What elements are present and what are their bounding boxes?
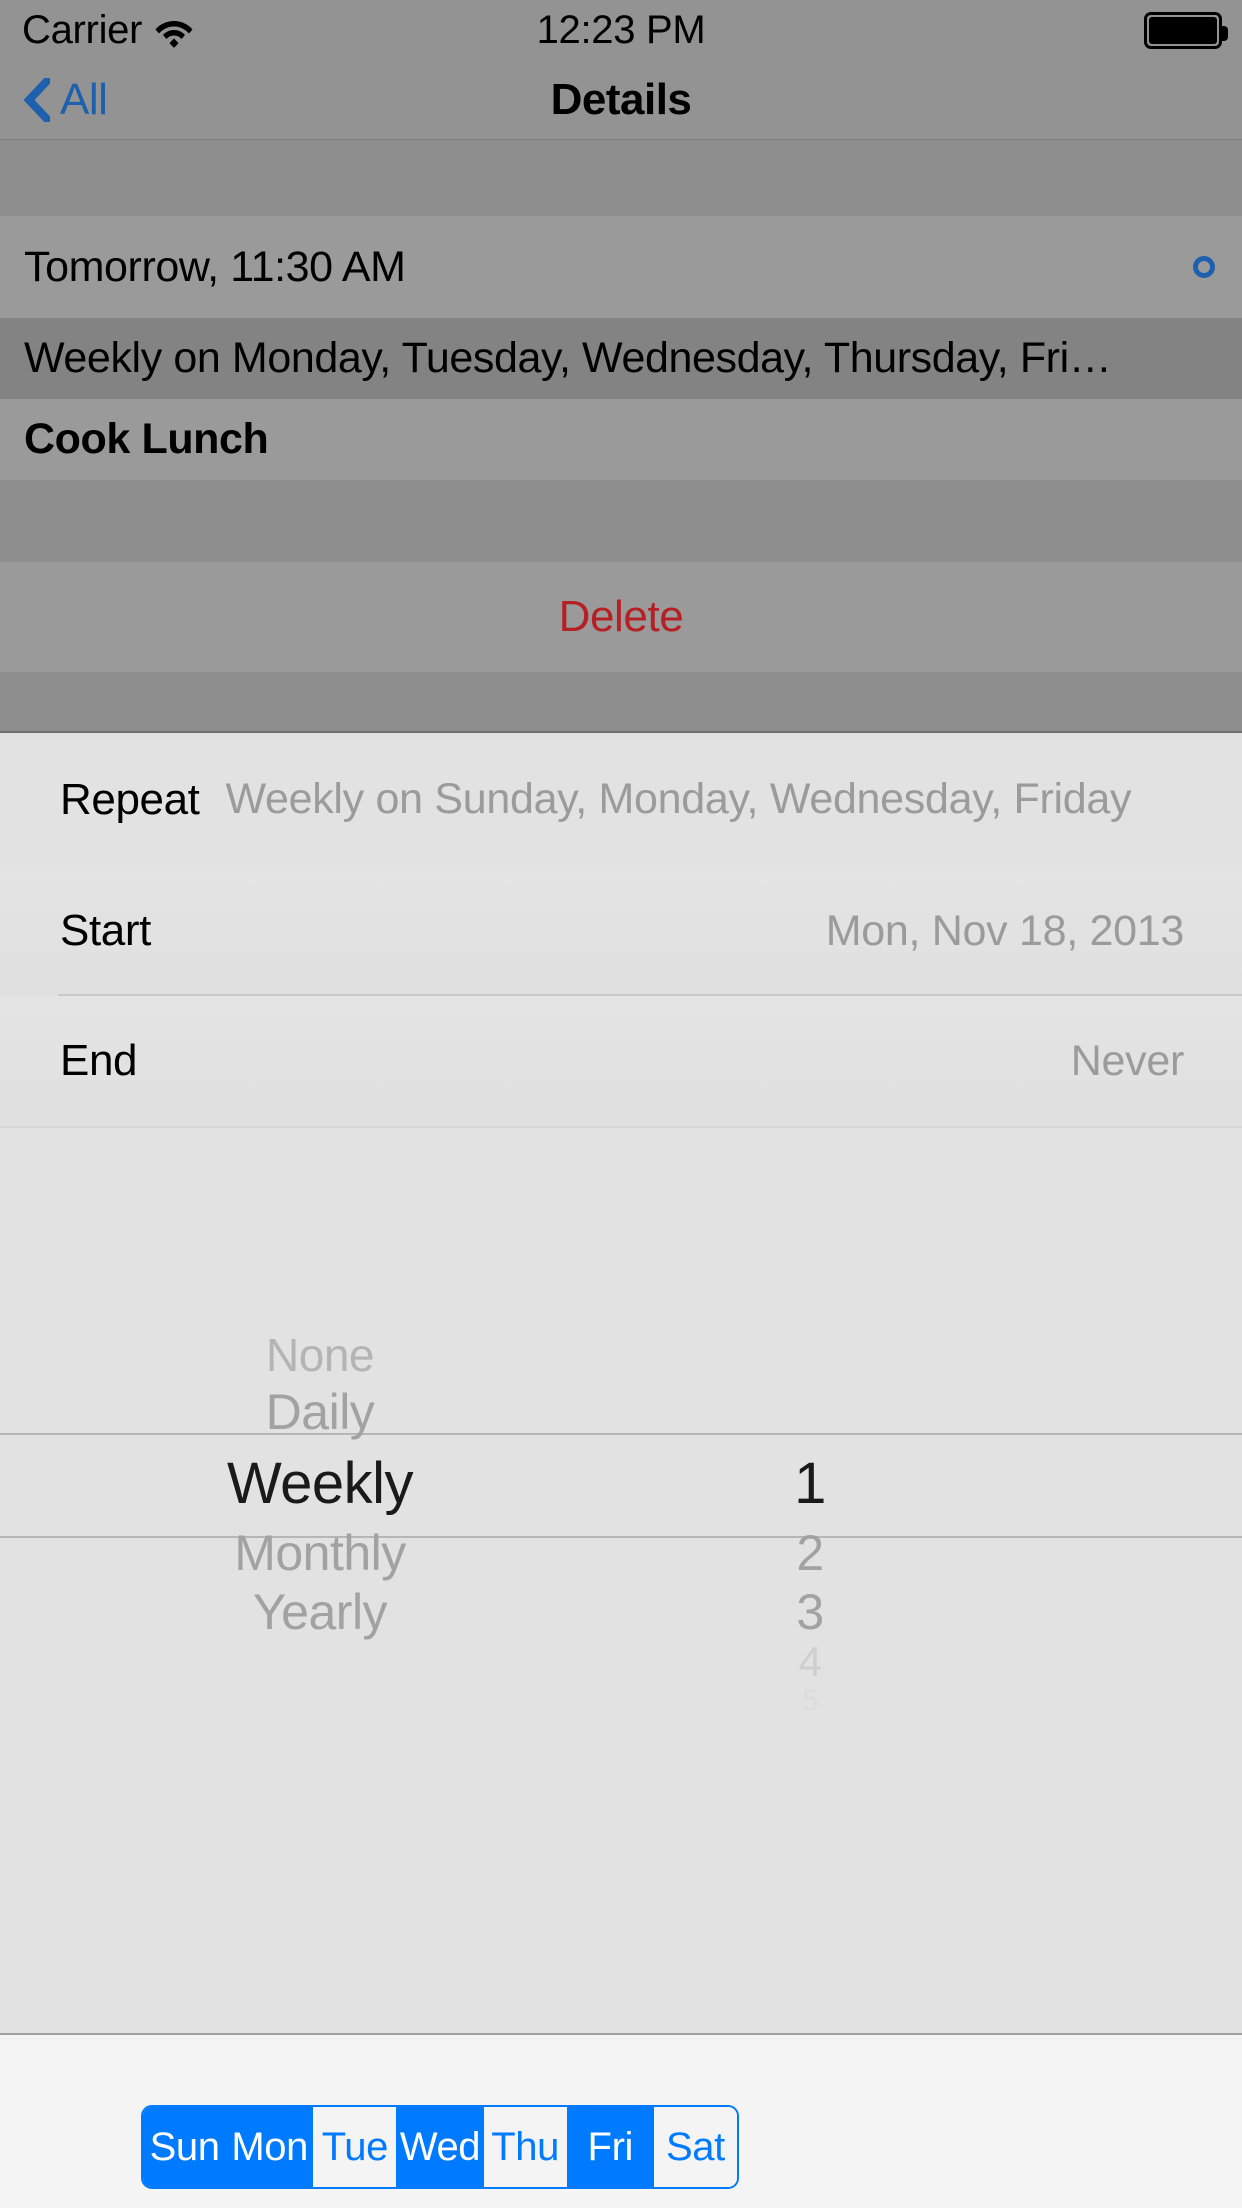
- navigation-bar: All Details: [0, 60, 1242, 140]
- clock-label: 12:23 PM: [536, 8, 706, 52]
- day-segment-thu[interactable]: Thu: [483, 2107, 569, 2187]
- picker-column-interval[interactable]: 1 2 3 4 5: [640, 1128, 980, 1963]
- detail-list: Tomorrow, 11:30 AM Weekly on Monday, Tue…: [0, 141, 1242, 841]
- repeat-summary-label: Weekly on Monday, Tuesday, Wednesday, Th…: [24, 334, 1112, 382]
- field-row-end[interactable]: End Never: [0, 996, 1242, 1126]
- status-bar: Carrier 12:23 PM: [0, 0, 1242, 60]
- list-top-spacer: [0, 141, 1242, 216]
- page-title: Details: [550, 74, 692, 124]
- picker-item-interval[interactable]: 4: [640, 1638, 980, 1686]
- list-item-repeat-summary[interactable]: Weekly on Monday, Tuesday, Wednesday, Th…: [0, 318, 1242, 399]
- picker-item-frequency[interactable]: Monthly: [0, 1524, 640, 1582]
- end-field-value: Never: [1070, 1036, 1185, 1085]
- repeat-field-label: Repeat: [60, 774, 200, 824]
- picker-item-frequency[interactable]: Yearly: [0, 1583, 640, 1641]
- picker-item-frequency-selected[interactable]: Weekly: [0, 1450, 640, 1517]
- reminder-title-label: Cook Lunch: [24, 415, 269, 463]
- day-segment-sat[interactable]: Sat: [653, 2107, 737, 2187]
- picker-item-interval[interactable]: 5: [640, 1684, 980, 1718]
- list-item-title[interactable]: Cook Lunch: [0, 399, 1242, 480]
- picker-item-frequency[interactable]: Daily: [0, 1383, 640, 1441]
- start-field-value: Mon, Nov 18, 2013: [825, 906, 1185, 955]
- day-segment-mon[interactable]: Mon: [228, 2107, 314, 2187]
- app-screen: Carrier 12:23 PM All Details Tomorrow, 1…: [0, 0, 1242, 2208]
- field-row-repeat[interactable]: Repeat Weekly on Sunday, Monday, Wednesd…: [0, 733, 1242, 866]
- day-segment-tue[interactable]: Tue: [313, 2107, 399, 2187]
- delete-button[interactable]: Delete: [0, 562, 1242, 672]
- day-segmented-control[interactable]: Sun Mon Tue Wed Thu Fri Sat: [141, 2105, 739, 2189]
- list-item-due-date[interactable]: Tomorrow, 11:30 AM: [0, 216, 1242, 318]
- circle-outline-icon[interactable]: [1193, 256, 1215, 278]
- field-row-start[interactable]: Start Mon, Nov 18, 2013: [0, 866, 1242, 996]
- picker-item-interval[interactable]: 2: [640, 1524, 980, 1582]
- status-bar-right: [1144, 0, 1228, 60]
- picker-item-frequency[interactable]: None: [0, 1328, 640, 1382]
- day-segment-fri[interactable]: Fri: [568, 2107, 654, 2187]
- end-field-label: End: [60, 1036, 138, 1085]
- repeat-frequency-picker[interactable]: None Daily Weekly Monthly Yearly 1 2 3 4…: [0, 1128, 1242, 1963]
- day-segment-sun[interactable]: Sun: [143, 2107, 229, 2187]
- picker-column-frequency[interactable]: None Daily Weekly Monthly Yearly: [0, 1128, 640, 1963]
- picker-item-interval[interactable]: 3: [640, 1583, 980, 1641]
- picker-item-interval-selected[interactable]: 1: [640, 1450, 980, 1517]
- start-field-label: Start: [60, 906, 151, 955]
- due-date-label: Tomorrow, 11:30 AM: [24, 242, 406, 291]
- status-bar-center: 12:23 PM: [0, 0, 1242, 60]
- repeat-options-panel: Repeat Weekly on Sunday, Monday, Wednesd…: [0, 731, 1242, 2208]
- delete-button-label: Delete: [558, 592, 684, 641]
- day-segment-wed[interactable]: Wed: [398, 2107, 484, 2187]
- battery-full-icon: [1144, 11, 1228, 49]
- list-section-gap-1: [0, 480, 1242, 562]
- day-selector-bar: Sun Mon Tue Wed Thu Fri Sat: [0, 2033, 1242, 2208]
- repeat-field-value: Weekly on Sunday, Monday, Wednesday, Fri…: [225, 775, 1132, 823]
